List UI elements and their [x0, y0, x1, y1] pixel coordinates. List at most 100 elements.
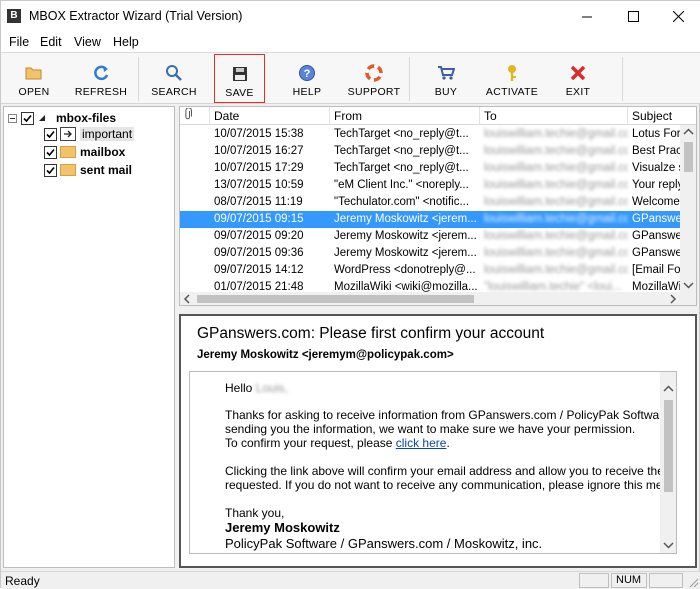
activate-button[interactable]: ACTIVATE	[482, 54, 542, 103]
search-button[interactable]: SEARCH	[149, 54, 199, 103]
refresh-icon	[94, 65, 109, 81]
subject-column-header[interactable]: Subject	[628, 107, 696, 125]
help-button[interactable]: ? HELP	[285, 54, 329, 103]
refresh-button[interactable]: REFRESH	[73, 54, 129, 103]
email-list-hscroll-thumb[interactable]	[197, 295, 474, 303]
folder-icon	[60, 164, 76, 176]
open-button[interactable]: OPEN	[11, 54, 57, 103]
table-row[interactable]: 10/07/2015 16:27 TechTarget <no_reply@t..…	[180, 143, 680, 160]
to-cell: louiswilliam.techie@gmail.com	[484, 179, 628, 191]
date-column-header[interactable]: Date	[210, 107, 330, 125]
paperclip-icon	[185, 107, 192, 120]
folder-open-icon	[25, 67, 42, 80]
help-label: HELP	[292, 86, 322, 98]
from-cell: TechTarget <no_reply@t...	[334, 145, 469, 157]
preview-vscroll[interactable]	[660, 372, 676, 553]
table-row[interactable]: 09/07/2015 09:15 Jeremy Moskowitz <jerem.…	[180, 211, 680, 228]
search-label: SEARCH	[151, 86, 197, 98]
signature-company: PolicyPak Software / GPanswers.com / Mos…	[225, 536, 543, 551]
svg-text:?: ?	[304, 68, 311, 80]
subject-cell: Lotus Form	[632, 128, 680, 140]
table-row[interactable]: 10/07/2015 15:38 TechTarget <no_reply@t..…	[180, 126, 680, 143]
email-list-hscroll[interactable]	[180, 292, 696, 305]
menu-edit[interactable]: Edit	[40, 35, 62, 49]
attachment-column-header[interactable]	[180, 107, 210, 125]
table-row[interactable]: 09/07/2015 14:12 WordPress <donotreply@..…	[180, 262, 680, 279]
folder-icon	[60, 146, 76, 158]
resize-grip-icon	[689, 578, 699, 588]
email-list-vscroll[interactable]	[680, 125, 696, 292]
cart-icon	[438, 66, 455, 80]
preview-sender: Jeremy Moskowitz <jeremym@policypak.com>	[197, 349, 454, 361]
date-cell: 09/07/2015 09:36	[214, 247, 304, 259]
table-row[interactable]: 09/07/2015 09:20 Jeremy Moskowitz <jerem.…	[180, 228, 680, 245]
menu-file[interactable]: File	[9, 35, 29, 49]
app-window: B MBOX Extractor Wizard (Trial Version) …	[0, 0, 700, 589]
tree-item-mailbox[interactable]: mailbox	[44, 143, 125, 161]
minimize-button[interactable]	[564, 1, 610, 32]
status-panel-empty-2	[649, 573, 683, 588]
subject-cell: Your reply	[632, 179, 680, 191]
status-text: Ready	[5, 574, 40, 588]
date-cell: 09/07/2015 09:20	[214, 230, 304, 242]
tree-root-checkbox[interactable]	[21, 111, 34, 125]
exit-label: EXIT	[565, 86, 591, 98]
checkmark-icon	[23, 114, 32, 122]
menu-help[interactable]: Help	[113, 35, 139, 49]
title-bar: B MBOX Extractor Wizard (Trial Version)	[1, 1, 700, 32]
sent-mail-checkbox[interactable]	[44, 163, 57, 177]
checkmark-icon	[46, 130, 55, 138]
table-row[interactable]: 13/07/2015 10:59 "eM Client Inc." <norepl…	[180, 177, 680, 194]
table-row[interactable]: 09/07/2015 09:36 Jeremy Moskowitz <jerem.…	[180, 245, 680, 262]
thanks-line: Thank you,	[225, 506, 285, 520]
table-row[interactable]: 10/07/2015 17:29 TechTarget <no_reply@t..…	[180, 160, 680, 177]
body-line-4: Clicking the link above will confirm you…	[225, 464, 677, 478]
collapse-icon[interactable]	[8, 113, 17, 123]
support-button[interactable]: SUPPORT	[344, 54, 404, 103]
lifebuoy-icon	[365, 64, 383, 82]
tree-item-sent-mail[interactable]: sent mail	[44, 161, 132, 179]
expand-arrow-icon	[39, 115, 45, 121]
close-button[interactable]	[655, 1, 700, 32]
save-button[interactable]: SAVE	[214, 54, 265, 103]
to-cell: louiswilliam.techie@gmail.com	[484, 230, 628, 242]
email-list-header: Date From To Subject	[180, 107, 696, 125]
to-column-header[interactable]: To	[480, 107, 628, 125]
date-cell: 08/07/2015 11:19	[214, 196, 303, 208]
email-list: Date From To Subject 10/07/2015 15:38 Tec…	[179, 106, 697, 306]
to-cell: louiswilliam.techie@gmail.com	[484, 145, 628, 157]
click-here-link[interactable]: click here	[396, 436, 447, 450]
greeting: Hello	[225, 381, 253, 395]
exit-button[interactable]: EXIT	[560, 54, 596, 103]
checkmark-icon	[46, 148, 55, 156]
date-cell: 10/07/2015 16:27	[214, 145, 304, 157]
status-bar: Ready NUM	[1, 571, 700, 589]
to-cell: louiswilliam.techie@gmail.com	[484, 128, 628, 140]
subject-cell: GPanswers	[632, 213, 680, 225]
scroll-down-icon	[663, 542, 674, 549]
body-line-1: Thanks for asking to receive information…	[225, 408, 677, 422]
menu-view[interactable]: View	[74, 35, 101, 49]
subject-cell: Best Pract	[632, 145, 680, 157]
maximize-button[interactable]	[610, 1, 656, 32]
save-label: SAVE	[225, 87, 254, 99]
from-cell: WordPress <donotreply@...	[334, 264, 476, 276]
to-cell: louiswilliam.techie@gmail.com	[484, 162, 628, 174]
email-list-vscroll-thumb[interactable]	[684, 142, 693, 172]
mailbox-checkbox[interactable]	[44, 145, 57, 159]
buy-button[interactable]: BUY	[428, 54, 464, 103]
date-cell: 09/07/2015 09:15	[214, 213, 304, 225]
tree-item-sent-mail-label: sent mail	[80, 163, 133, 177]
date-cell: 09/07/2015 14:12	[214, 264, 304, 276]
preview-vscroll-thumb[interactable]	[664, 400, 673, 492]
tree-item-important[interactable]: important	[44, 125, 135, 143]
from-cell: "eM Client Inc." <noreply...	[334, 179, 469, 191]
floppy-disk-icon	[232, 67, 247, 81]
open-label: OPEN	[18, 86, 50, 98]
important-checkbox[interactable]	[44, 127, 57, 141]
table-row[interactable]: 08/07/2015 11:19 "Techulator.com" <notifi…	[180, 194, 680, 211]
minimize-icon	[581, 16, 592, 18]
from-column-header[interactable]: From	[330, 107, 480, 125]
to-cell: louiswilliam.techie@gmail.com	[484, 213, 628, 225]
confirm-text: To confirm your request, please	[225, 436, 396, 450]
